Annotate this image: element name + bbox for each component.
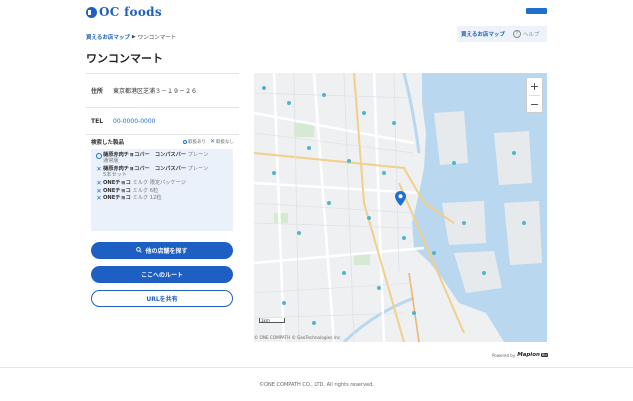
map-copyright: © ONE COMPATH © GeoTechnologies Inc.: [254, 335, 342, 340]
tel-row: TEL 00-0000-0000: [86, 107, 239, 134]
product-item: ✕ ONEチョコ ミルク 限定パッケージ: [95, 178, 229, 187]
find-other-stores-label: 他の店舗を探す: [145, 248, 188, 255]
map-canvas[interactable]: [254, 73, 547, 342]
tel-link[interactable]: 00-0000-0000: [113, 118, 156, 125]
powered-badge: Biz: [540, 353, 549, 357]
product-item: ✕ ONEチョコ ミルク 6粒: [95, 186, 229, 195]
share-url-button[interactable]: URLを共有: [91, 290, 233, 307]
address-label: 住所: [91, 88, 104, 95]
powered-by: Powered by Mapion Biz: [492, 352, 549, 358]
product-package: 5本セット: [103, 172, 128, 179]
product-name-bold: 樋原赤肉チョコバー コンパスバー: [103, 165, 187, 172]
powered-brand: Mapion: [517, 352, 540, 358]
unavailable-cross-icon: ✕: [96, 164, 102, 173]
unavailable-cross-icon: ✕: [209, 137, 215, 145]
unavailable-cross-icon: ✕: [96, 186, 102, 195]
menu-button[interactable]: [526, 8, 547, 14]
product-variant: プレーン: [186, 165, 209, 172]
product-variant: ミルク 限定パッケージ: [130, 179, 186, 186]
share-url-label: URLを共有: [146, 296, 178, 303]
zoom-out-button[interactable]: −: [527, 96, 542, 113]
find-other-stores-button[interactable]: 他の店舗を探す: [91, 242, 233, 259]
product-name: ONEチョコ ミルク 限定パッケージ: [103, 180, 186, 186]
unavailable-cross-icon: ✕: [96, 178, 102, 187]
map-zoom-control: + −: [526, 77, 543, 113]
product-name-bold: ONEチョコ: [103, 179, 131, 186]
product-variant: ミルク 6粒: [130, 187, 159, 194]
product-package: 通常版: [103, 158, 119, 165]
page-title: ワンコンマート: [86, 52, 163, 65]
product-name-bold: ONEチョコ: [103, 195, 131, 202]
address-value: 東京都港区芝浦３－１９－２６: [113, 88, 198, 95]
searched-products-header: 検索した製品 取扱あり ✕ 取扱なし: [86, 134, 239, 148]
availability-legend: 取扱あり ✕ 取扱なし: [182, 137, 234, 145]
searched-products-label: 検索した製品: [91, 139, 125, 146]
help-label: ヘルプ: [522, 32, 540, 38]
breadcrumb: 買えるお店マップ ▶ ワンコンマート: [86, 33, 176, 41]
available-circle-icon: [95, 152, 103, 161]
help-icon: ?: [512, 30, 521, 38]
footer-copyright: ©ONE COMPATH CO., LTD. All rights reserv…: [259, 381, 374, 388]
powered-by-label: Powered by: [492, 352, 516, 358]
top-links: 買えるお店マップ ? ヘルプ: [457, 26, 547, 42]
breadcrumb-separator-icon: ▶: [131, 34, 136, 40]
product-item: 樋原赤肉チョコバー コンパスバー プレーン 通常版: [95, 152, 229, 164]
help-link[interactable]: ? ヘルプ: [512, 30, 540, 38]
product-variant: プレーン: [186, 152, 209, 158]
site-header: OC foods: [0, 0, 633, 26]
product-variant: ミルク 12粒: [130, 195, 162, 202]
product-name: ONEチョコ ミルク 12粒: [103, 195, 162, 201]
route-button[interactable]: ここへのルート: [91, 266, 233, 283]
map-scale: 1km: [259, 318, 285, 323]
search-icon: [136, 246, 143, 255]
tel-label: TEL: [91, 117, 104, 125]
zoom-in-button[interactable]: +: [527, 78, 542, 95]
route-label: ここへのルート: [140, 272, 183, 279]
legend-unavailable-label: 取扱なし: [216, 139, 234, 145]
product-name-bold: ONEチョコ: [103, 187, 131, 194]
legend-available-label: 取扱あり: [187, 139, 206, 145]
store-map[interactable]: [254, 73, 547, 342]
address-row: 住所 東京都港区芝浦３－１９－２６: [86, 73, 239, 107]
unavailable-cross-icon: ✕: [96, 194, 102, 203]
product-item: ✕ 樋原赤肉チョコバー コンパスバー プレーン 5本セット: [95, 164, 229, 179]
store-location-pin-icon: [395, 191, 406, 206]
store-map-link[interactable]: 買えるお店マップ: [461, 30, 505, 38]
site-logo[interactable]: OC foods: [86, 5, 162, 19]
product-name: 樋原赤肉チョコバー コンパスバー プレーン 5本セット: [103, 166, 208, 178]
product-list: 樋原赤肉チョコバー コンパスバー プレーン 通常版 ✕ 樋原赤肉チョコバー コンパスバ…: [91, 149, 233, 231]
site-footer: ©ONE COMPATH CO., LTD. All rights reserv…: [0, 367, 633, 401]
product-item: ✕ ONEチョコ ミルク 12粒: [95, 194, 229, 203]
product-name: ONEチョコ ミルク 6粒: [103, 188, 158, 194]
product-name: 樋原赤肉チョコバー コンパスバー プレーン 通常版: [103, 152, 208, 164]
logo-icon: [86, 6, 97, 18]
breadcrumb-current: ワンコンマート: [137, 35, 177, 41]
breadcrumb-map-link[interactable]: 買えるお店マップ: [86, 33, 130, 41]
logo-text: OC foods: [99, 5, 162, 19]
available-circle-icon: [182, 139, 187, 144]
